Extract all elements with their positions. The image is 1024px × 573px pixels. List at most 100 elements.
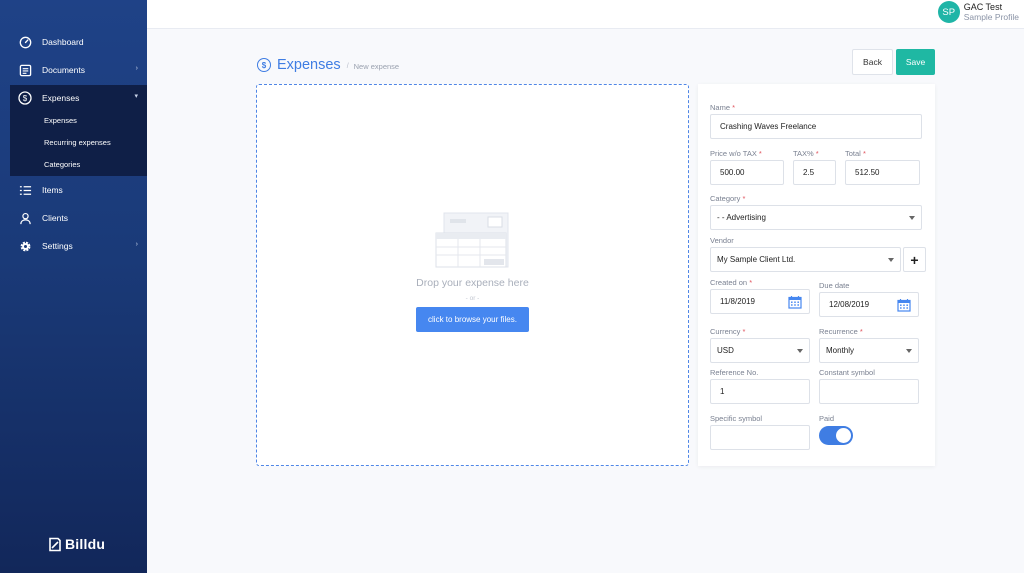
- vendor-value: My Sample Client Ltd.: [717, 255, 796, 264]
- profile-menu[interactable]: SP GAC Test Sample Profile: [937, 1, 1019, 23]
- gear-icon: [18, 239, 32, 253]
- category-value: - - Advertising: [717, 213, 766, 222]
- document-icon: [18, 63, 32, 77]
- reference-label: Reference No.: [710, 368, 759, 377]
- total-field[interactable]: 512.50: [845, 160, 920, 185]
- toggle-knob: [836, 428, 851, 443]
- sidebar-item-expenses[interactable]: $ Expenses ▾: [10, 85, 147, 111]
- label-text: Recurrence: [819, 327, 858, 336]
- profile-name: GAC Test: [963, 2, 1003, 12]
- submenu-item-recurring-expenses[interactable]: Recurring expenses: [44, 136, 111, 150]
- sidebar-item-label: Items: [42, 185, 63, 195]
- required-mark: *: [859, 327, 863, 336]
- constant-symbol-field[interactable]: [819, 379, 919, 404]
- list-icon: [18, 183, 32, 197]
- top-bar: SP GAC Test Sample Profile: [147, 0, 1024, 29]
- specific-symbol-label: Specific symbol: [710, 414, 763, 423]
- breadcrumb-separator: /: [346, 62, 349, 70]
- label-text: Currency: [710, 327, 741, 336]
- category-select[interactable]: - - Advertising: [710, 205, 922, 230]
- required-mark: *: [732, 103, 736, 112]
- label-text: Category: [710, 194, 741, 203]
- due-date-value: 12/08/2019: [829, 300, 870, 309]
- created-on-label: Created on *: [710, 278, 752, 287]
- specific-symbol-field[interactable]: [710, 425, 810, 450]
- recurrence-select[interactable]: Monthly: [819, 338, 919, 363]
- receipt-illustration-icon: [435, 212, 509, 268]
- name-label: Name *: [710, 103, 735, 112]
- reference-field[interactable]: 1: [710, 379, 810, 404]
- created-on-field[interactable]: 11/8/2019: [710, 289, 810, 314]
- billdu-logo-mark-icon: [49, 537, 61, 551]
- tax-field[interactable]: 2.5: [793, 160, 836, 185]
- sidebar-item-items[interactable]: Items: [0, 177, 147, 203]
- vendor-label: Vendor: [710, 236, 734, 245]
- required-mark: *: [742, 194, 746, 203]
- expense-dropzone[interactable]: Drop your expense here - or - click to b…: [256, 84, 689, 466]
- dollar-circle-icon: $: [257, 58, 271, 72]
- price-label: Price w/o TAX *: [710, 149, 762, 158]
- sidebar-item-label: Settings: [42, 241, 73, 251]
- required-mark: *: [749, 278, 753, 287]
- caret-down-icon: [888, 258, 894, 262]
- constant-symbol-label: Constant symbol: [819, 368, 875, 377]
- page-title-text: Expenses: [277, 57, 341, 73]
- dropzone-or: - or -: [465, 295, 480, 302]
- sidebar-item-settings[interactable]: Settings ›: [0, 233, 147, 259]
- breadcrumb: New expense: [353, 61, 400, 71]
- calendar-icon[interactable]: [788, 295, 802, 309]
- vendor-select[interactable]: My Sample Client Ltd.: [710, 247, 901, 272]
- required-mark: *: [758, 149, 762, 158]
- name-field[interactable]: Crashing Waves Freelance: [710, 114, 922, 139]
- total-label: Total *: [845, 149, 866, 158]
- recurrence-label: Recurrence *: [819, 327, 863, 336]
- caret-down-icon: [797, 349, 803, 353]
- svg-text:$: $: [23, 94, 28, 103]
- add-vendor-button[interactable]: +: [903, 247, 926, 272]
- category-label: Category *: [710, 194, 745, 203]
- label-text: TAX%: [793, 149, 814, 158]
- billdu-logo: Billdu: [48, 536, 105, 552]
- price-field[interactable]: 500.00: [710, 160, 784, 185]
- submenu-item-expenses[interactable]: Expenses: [44, 114, 77, 128]
- page-title: $ Expenses / New expense: [257, 57, 399, 73]
- speedometer-icon: [18, 35, 32, 49]
- expense-form: Name * Crashing Waves Freelance Price w/…: [698, 84, 935, 466]
- currency-value: USD: [717, 346, 734, 355]
- label-text: Name: [710, 103, 731, 112]
- caret-down-icon: [906, 349, 912, 353]
- required-mark: *: [862, 149, 866, 158]
- currency-label: Currency *: [710, 327, 745, 336]
- submenu-item-categories[interactable]: Categories: [44, 158, 80, 172]
- chevron-right-icon: ›: [135, 241, 138, 248]
- recurrence-value: Monthly: [826, 346, 855, 355]
- sidebar-item-clients[interactable]: Clients: [0, 205, 147, 231]
- due-date-field[interactable]: 12/08/2019: [819, 292, 919, 317]
- required-mark: *: [815, 149, 819, 158]
- sidebar-item-label: Dashboard: [42, 37, 84, 47]
- sidebar-item-label: Expenses: [42, 93, 80, 103]
- logo-text: Billdu: [65, 536, 106, 552]
- label-text: Price w/o TAX: [710, 149, 757, 158]
- currency-select[interactable]: USD: [710, 338, 810, 363]
- browse-files-button[interactable]: click to browse your files.: [416, 307, 529, 332]
- sidebar: Dashboard Documents › $ Expenses ▾ Expen…: [0, 0, 147, 573]
- back-button[interactable]: Back: [852, 49, 893, 75]
- sidebar-item-label: Clients: [42, 213, 68, 223]
- dropzone-title: Drop your expense here: [416, 277, 529, 289]
- user-icon: [18, 211, 32, 225]
- paid-label: Paid: [819, 414, 835, 423]
- profile-subtitle: Sample Profile: [963, 12, 1019, 22]
- required-mark: *: [742, 327, 746, 336]
- paid-toggle[interactable]: [819, 426, 853, 445]
- save-button[interactable]: Save: [896, 49, 935, 75]
- label-text: Total: [845, 149, 861, 158]
- created-on-value: 11/8/2019: [720, 297, 755, 306]
- sidebar-item-dashboard[interactable]: Dashboard: [0, 29, 147, 55]
- dollar-circle-icon: $: [18, 91, 32, 105]
- chevron-down-icon: ▾: [134, 93, 138, 100]
- sidebar-item-label: Documents: [42, 65, 85, 75]
- sidebar-item-documents[interactable]: Documents ›: [0, 57, 147, 83]
- calendar-icon[interactable]: [897, 298, 911, 312]
- tax-label: TAX% *: [793, 149, 819, 158]
